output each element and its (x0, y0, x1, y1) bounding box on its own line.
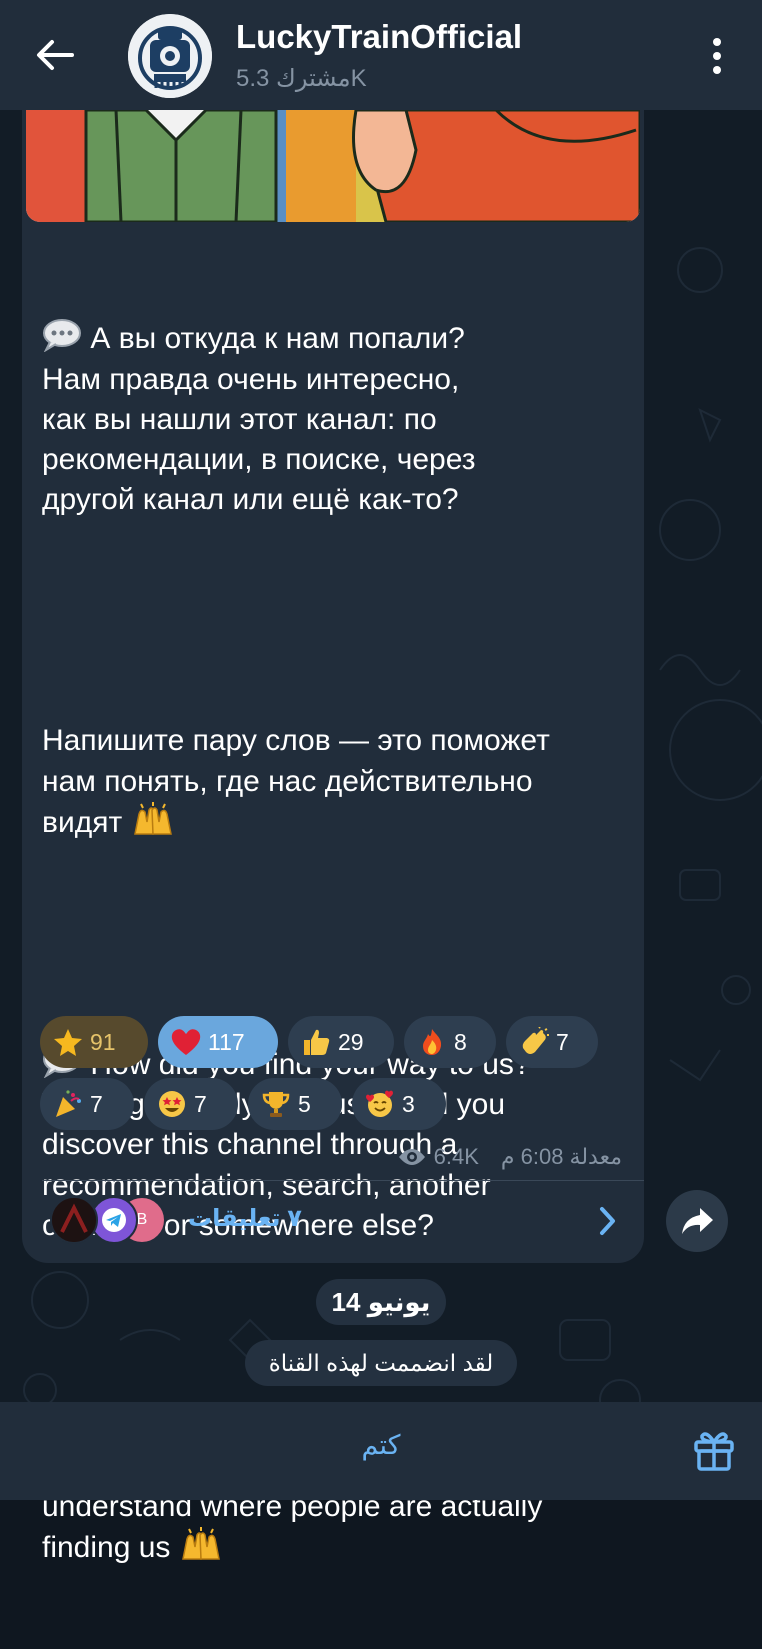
post-image[interactable] (26, 110, 640, 222)
eye-icon (398, 1149, 425, 1165)
channel-title[interactable]: LuckyTrainOfficial (236, 18, 522, 56)
chevron-right-icon (600, 1207, 615, 1235)
paragraph-ru-1-text: А вы откуда к нам попали? Нам правда оче… (42, 322, 476, 517)
reaction-count: 91 (90, 1028, 116, 1055)
gift-icon (694, 1432, 734, 1471)
smiling-hearts-icon (364, 1088, 396, 1120)
post-time: معدلة 6:08 م (500, 1144, 622, 1169)
reaction-count: 8 (454, 1028, 467, 1055)
channel-post[interactable]: А вы откуда к нам попали? Нам правда оче… (22, 110, 644, 1564)
joined-notice: لقد انضممت لهذه القناة (245, 1340, 517, 1386)
raised-hands-icon (181, 1527, 220, 1561)
reaction-star-struck-chip[interactable]: 7 (144, 1078, 238, 1130)
reaction-count: 3 (402, 1090, 415, 1117)
party-icon (52, 1088, 84, 1120)
share-button[interactable] (666, 1190, 728, 1252)
paragraph-ru-1: А вы откуда к нам попали? Нам правда оче… (42, 318, 632, 520)
chat-header: LuckyTrainOfficial مشترك 5.3K (0, 0, 762, 110)
trophy-icon (260, 1088, 292, 1120)
comments-label: ٧ تعليقات (188, 1205, 302, 1232)
arrow-left-icon (37, 40, 74, 70)
subscriber-count: مشترك 5.3K (236, 65, 367, 92)
dot-icon (713, 38, 721, 46)
more-options-button[interactable] (700, 30, 734, 82)
commenter-initial: B (136, 1211, 148, 1228)
reaction-count: 7 (194, 1090, 207, 1117)
comments-divider (42, 1180, 644, 1181)
reaction-smiling-hearts-chip[interactable]: 3 (352, 1078, 446, 1130)
commenter-avatar (50, 1196, 98, 1244)
reaction-count: 117 (208, 1028, 245, 1055)
post-meta: 6.4K معدلة 6:08 م (398, 1144, 622, 1170)
reaction-party-chip[interactable]: 7 (40, 1078, 134, 1130)
reactions-bar: 91 117 29 8 7 7 7 5 3 (40, 1016, 630, 1140)
thumbs-up-icon (300, 1026, 332, 1058)
reaction-trophy-chip[interactable]: 5 (248, 1078, 342, 1130)
gift-button[interactable] (692, 1428, 736, 1472)
reaction-count: 29 (338, 1028, 364, 1055)
star-struck-icon (156, 1088, 188, 1120)
reaction-count: 7 (556, 1028, 569, 1055)
reaction-heart-chip[interactable]: 117 (158, 1016, 278, 1068)
paragraph-ru-2-text: Напишите пару слов — это поможет нам пон… (42, 724, 550, 839)
illustration-people-image (26, 110, 640, 222)
raised-hands-icon (133, 801, 172, 835)
reaction-count: 5 (298, 1090, 311, 1117)
view-count: 6.4K (433, 1144, 479, 1169)
telegram-icon (102, 1208, 126, 1232)
channel-avatar[interactable] (128, 14, 212, 98)
reaction-clap-chip[interactable]: 7 (506, 1016, 598, 1068)
train-logo-icon (128, 14, 212, 98)
clap-icon (518, 1026, 550, 1058)
reaction-fire-chip[interactable]: 8 (404, 1016, 496, 1068)
share-arrow-icon (682, 1208, 713, 1234)
back-button[interactable] (28, 28, 82, 82)
reaction-thumbs-up-chip[interactable]: 29 (288, 1016, 394, 1068)
speech-bubble-icon (43, 319, 81, 353)
mute-button[interactable]: كتم (300, 1430, 462, 1472)
date-separator: 14 يونيو (316, 1279, 446, 1325)
dot-icon (713, 66, 721, 74)
fire-icon (416, 1026, 448, 1058)
bottom-bar: كتم (0, 1402, 762, 1500)
dot-icon (713, 52, 721, 60)
reaction-star-chip[interactable]: 91 (40, 1016, 148, 1068)
comments-button[interactable]: B ٧ تعليقات (22, 1182, 644, 1260)
star-icon (52, 1026, 84, 1058)
reaction-count: 7 (90, 1090, 103, 1117)
commenter-avatars: B (50, 1196, 170, 1246)
heart-icon (170, 1026, 202, 1058)
paragraph-ru-2: Напишите пару слов — это поможет нам пон… (42, 721, 632, 843)
